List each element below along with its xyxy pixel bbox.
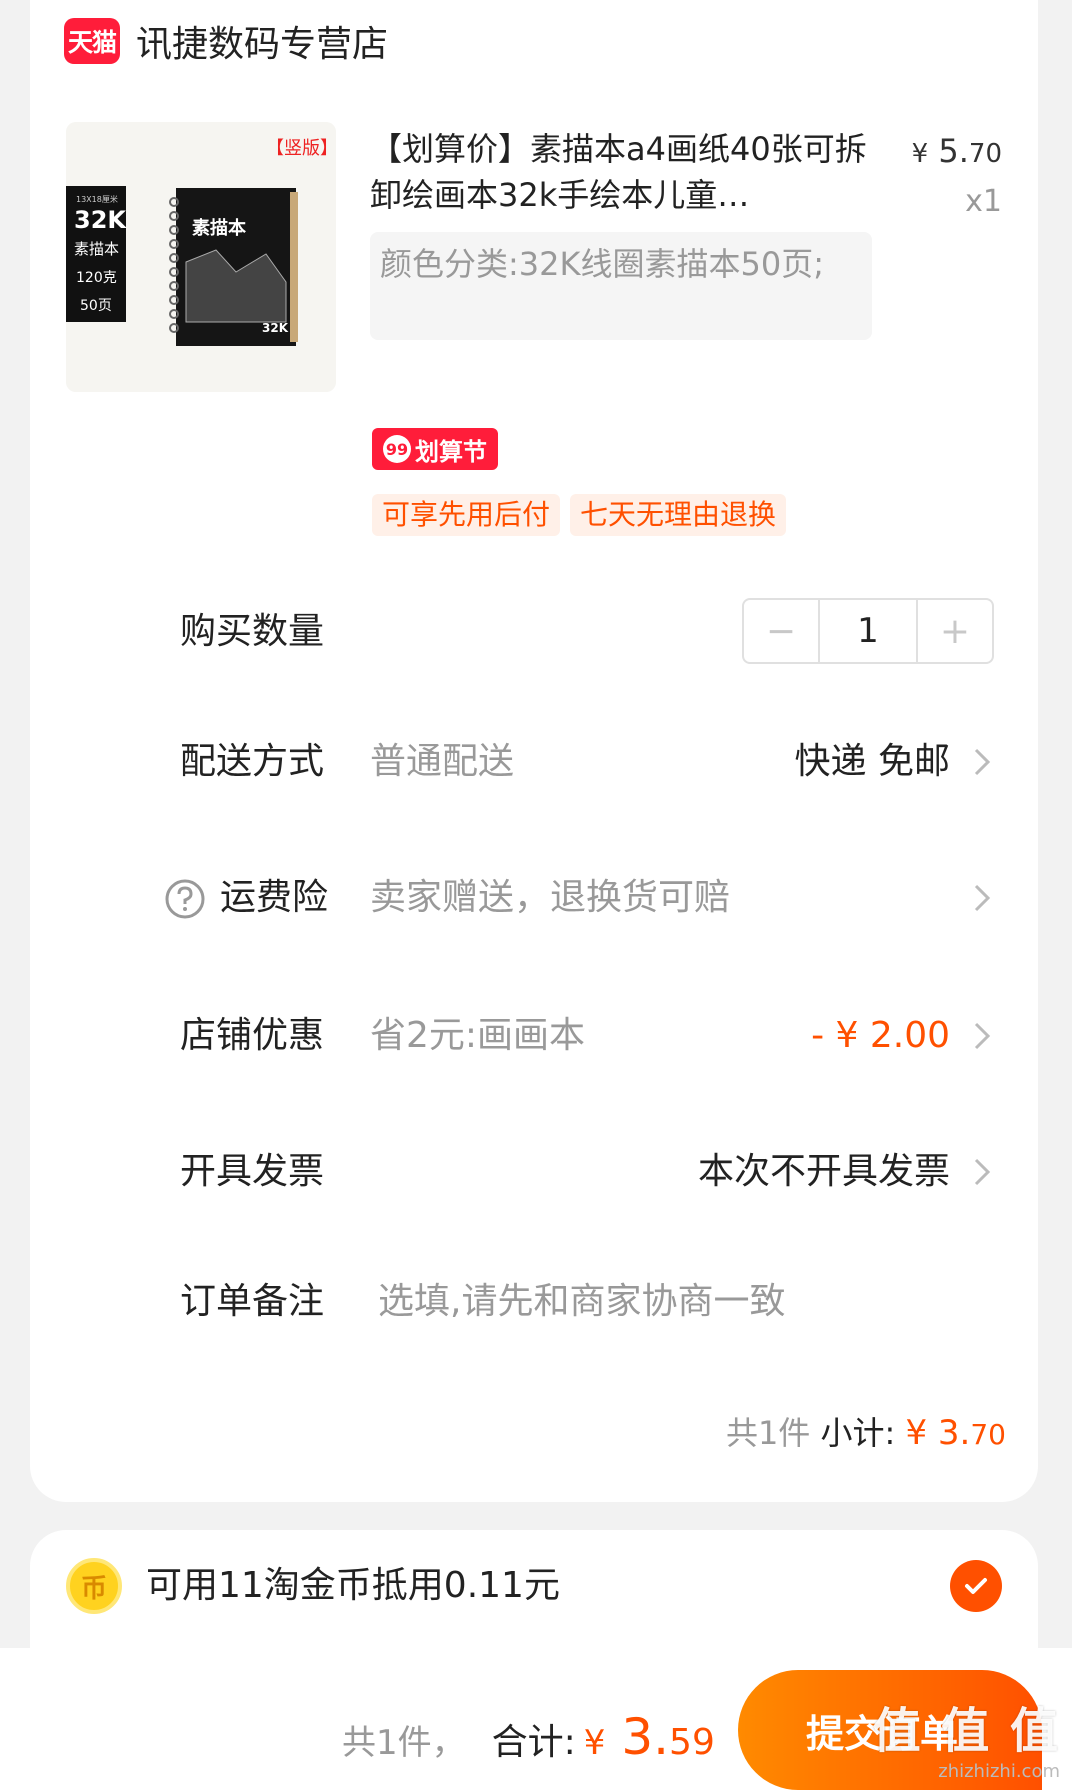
unit-price: ¥ 5.70 <box>911 132 1002 170</box>
total-summary: 共1件， 合计: ¥ 3.59 <box>342 1708 715 1766</box>
coin-offset-text: 可用11淘金币抵用0.11元 <box>146 1565 560 1606</box>
watermark-url: zhizhizhi.com <box>938 1761 1060 1782</box>
chevron-right-icon <box>974 1158 991 1186</box>
sku-selector[interactable]: 颜色分类:32K线圈素描本50页; <box>370 232 872 340</box>
price-column: ¥ 5.70 x1 <box>912 132 1002 219</box>
service-tags: 可享先用后付 七天无理由退换 <box>372 494 787 536</box>
coin-checkbox[interactable] <box>950 1560 1002 1612</box>
quantity-stepper[interactable]: − 1 + <box>742 598 994 664</box>
checkout-bar: 共1件， 合计: ¥ 3.59 提交订单 值 值 值 zhizhizhi.com <box>0 1648 1072 1790</box>
invoice-label: 开具发票 <box>180 1151 325 1192</box>
subtotal-amount: ¥ 3.70 <box>905 1413 1006 1453</box>
product-title[interactable]: 【划算价】素描本a4画纸40张可拆卸绘画本32k手绘本儿童… <box>370 126 890 218</box>
total-amount: ¥ 3.59 <box>583 1708 715 1766</box>
store-discount-desc: 省2元:画画本 <box>370 1015 586 1056</box>
store-header[interactable]: 天猫 讯捷数码专营店 <box>64 14 388 68</box>
image-dims: 13X18厘米 <box>76 194 118 204</box>
chevron-right-icon <box>974 748 991 776</box>
order-card: 天猫 讯捷数码专营店 【竖版】 素描本 32K 13X18厘米 32K 素描本 … <box>30 0 1038 1502</box>
tmall-logo-icon: 天猫 <box>64 18 120 64</box>
order-note-row: 订单备注 选填,请先和商家协商一致 <box>30 1272 1038 1332</box>
product-image[interactable]: 【竖版】 素描本 32K 13X18厘米 32K 素描本 120克 50页 <box>66 122 336 392</box>
store-discount-label: 店铺优惠 <box>180 1015 325 1056</box>
subtotal-label: 小计: <box>820 1414 896 1452</box>
insurance-sub: 卖家赠送，退换货可赔 <box>370 877 731 918</box>
decrement-button[interactable]: − <box>744 600 818 662</box>
watermark-logo: 值 值 值 <box>872 1703 1060 1759</box>
invoice-value: 本次不开具发票 <box>697 1151 950 1192</box>
store-name[interactable]: 讯捷数码专营店 <box>136 15 388 67</box>
help-circle-icon[interactable] <box>164 878 206 920</box>
insurance-row[interactable]: 运费险 卖家赠送，退换货可赔 <box>30 868 1038 928</box>
chevron-right-icon <box>974 884 991 912</box>
store-discount-amount: - ¥ 2.00 <box>811 1015 950 1056</box>
order-note-label: 订单备注 <box>180 1281 325 1322</box>
quantity-label: 购买数量 <box>180 611 325 652</box>
subtotal-count: 共1件 <box>725 1414 811 1452</box>
promo-badge: 99 划算节 <box>372 428 498 470</box>
tag-pay-later: 可享先用后付 <box>372 494 561 536</box>
image-size: 32K <box>74 206 127 234</box>
chevron-right-icon <box>974 1022 991 1050</box>
delivery-value: 快递 免邮 <box>794 741 950 782</box>
image-pages: 50页 <box>80 298 112 314</box>
invoice-row[interactable]: 开具发票 本次不开具发票 <box>30 1142 1038 1202</box>
promo-badge-number: 99 <box>383 435 411 463</box>
quantity-value[interactable]: 1 <box>818 600 918 662</box>
subtotal: 共1件 小计: ¥ 3.70 <box>726 1408 1006 1454</box>
insurance-label: 运费险 <box>220 877 329 918</box>
image-tag: 【竖版】 <box>266 138 336 159</box>
delivery-label: 配送方式 <box>180 741 325 782</box>
total-count: 共1件， <box>342 1723 466 1763</box>
tag-return-7days: 七天无理由退换 <box>570 494 787 536</box>
watermark: 值 值 值 zhizhizhi.com <box>873 1691 1060 1782</box>
image-title-small: 素描本 <box>74 240 119 258</box>
quantity-multiplier: x1 <box>965 184 1002 219</box>
image-book-title: 素描本 <box>192 217 246 239</box>
check-icon <box>965 1578 987 1594</box>
taobao-coin-icon: 币 <box>66 1558 122 1614</box>
order-note-input[interactable]: 选填,请先和商家协商一致 <box>378 1272 785 1332</box>
image-weight: 120克 <box>76 270 117 286</box>
increment-button[interactable]: + <box>918 600 992 662</box>
store-discount-row[interactable]: 店铺优惠 省2元:画画本 - ¥ 2.00 <box>30 1006 1038 1066</box>
total-label: 合计: <box>491 1722 576 1763</box>
delivery-row[interactable]: 配送方式 普通配送 快递 免邮 <box>30 732 1038 792</box>
promo-badge-label: 划算节 <box>415 437 487 466</box>
svg-text:32K: 32K <box>262 321 289 335</box>
delivery-type: 普通配送 <box>370 741 515 782</box>
